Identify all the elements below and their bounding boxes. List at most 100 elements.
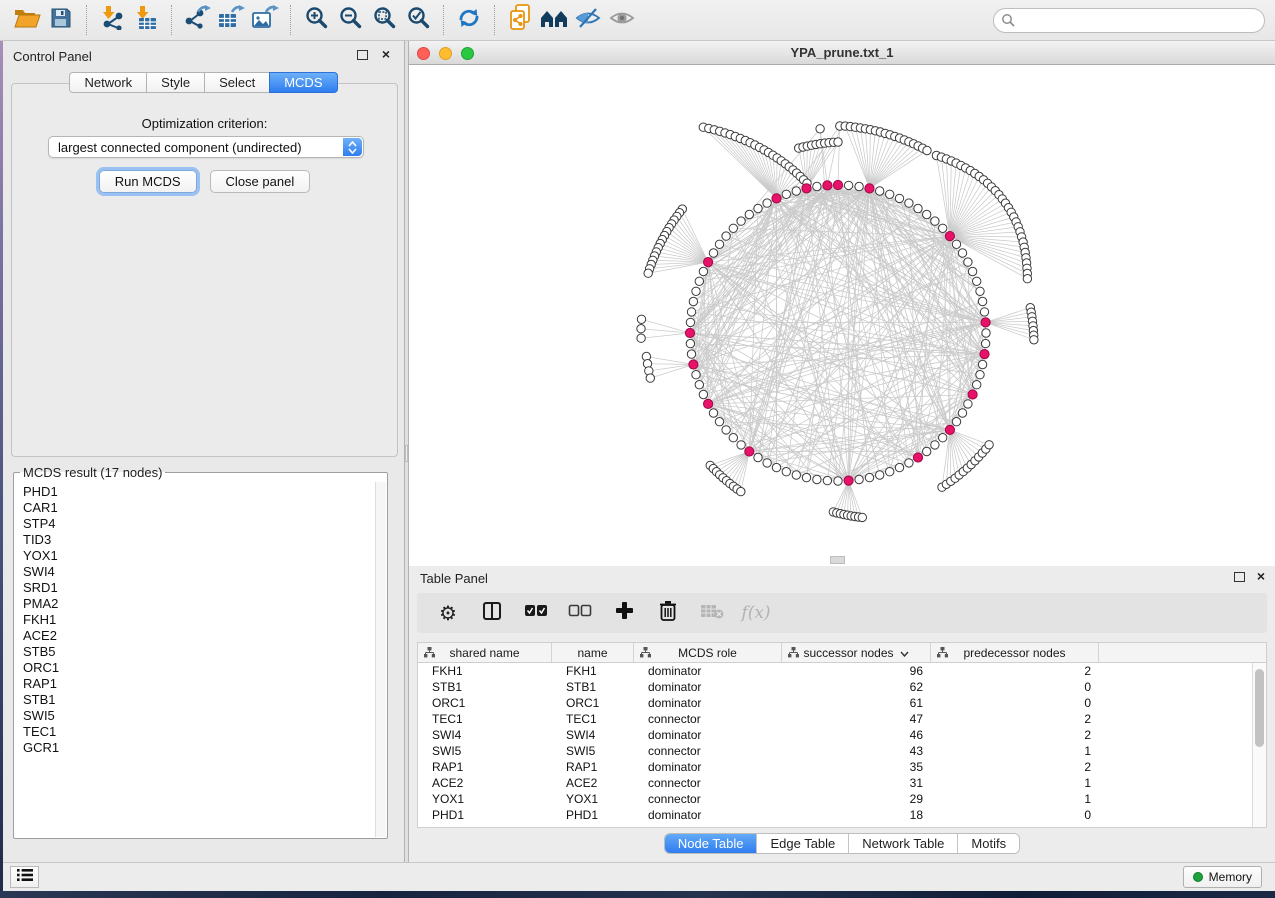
graph-hub-node[interactable]: [844, 476, 853, 485]
graph-hub-node[interactable]: [689, 360, 698, 369]
table-cell[interactable]: 0: [931, 695, 1099, 711]
graph-hub-node[interactable]: [981, 318, 990, 327]
apply-layout-button[interactable]: [452, 4, 486, 36]
graph-node[interactable]: [855, 475, 863, 483]
graph-node[interactable]: [695, 277, 703, 285]
graph-node[interactable]: [886, 468, 894, 476]
graph-node[interactable]: [964, 258, 972, 266]
scrollbar-thumb[interactable]: [1255, 669, 1264, 747]
graph-node[interactable]: [792, 187, 800, 195]
graph-node[interactable]: [886, 190, 894, 198]
tab-network-table[interactable]: Network Table: [848, 834, 957, 853]
graph-node[interactable]: [823, 476, 831, 484]
graph-node[interactable]: [876, 187, 884, 195]
mcds-result-item[interactable]: TEC1: [23, 724, 375, 740]
deselect-all-columns-button[interactable]: [565, 598, 595, 628]
table-cell[interactable]: 2: [931, 711, 1099, 727]
graph-hub-node[interactable]: [968, 390, 977, 399]
graph-node[interactable]: [709, 409, 717, 417]
table-cell[interactable]: 35: [782, 759, 931, 775]
graph-node[interactable]: [772, 463, 780, 471]
table-cell[interactable]: 2: [931, 727, 1099, 743]
graph-node[interactable]: [737, 441, 745, 449]
graph-node[interactable]: [637, 334, 645, 342]
panel-splitter-vertical[interactable]: [404, 41, 409, 862]
graph-node[interactable]: [816, 125, 824, 133]
tab-node-table[interactable]: Node Table: [665, 834, 757, 853]
graph-node[interactable]: [687, 350, 695, 358]
table-row[interactable]: RAP1RAP1dominator352: [418, 759, 1252, 775]
graph-node[interactable]: [968, 267, 976, 275]
table-cell[interactable]: 43: [782, 743, 931, 759]
table-cell[interactable]: 1: [931, 743, 1099, 759]
mcds-result-item[interactable]: FKH1: [23, 612, 375, 628]
graph-node[interactable]: [689, 297, 697, 305]
table-cell[interactable]: STB1: [552, 679, 634, 695]
graph-node[interactable]: [637, 315, 645, 323]
graph-node[interactable]: [958, 409, 966, 417]
import-table-button[interactable]: [129, 4, 163, 36]
graph-node[interactable]: [978, 297, 986, 305]
graph-node[interactable]: [699, 267, 707, 275]
table-cell[interactable]: dominator: [634, 663, 782, 679]
graph-node[interactable]: [763, 459, 771, 467]
select-all-columns-button[interactable]: [521, 598, 551, 628]
graph-node[interactable]: [834, 138, 842, 146]
table-row[interactable]: TEC1TEC1connector472: [418, 711, 1252, 727]
table-cell[interactable]: 0: [931, 679, 1099, 695]
graph-node[interactable]: [1030, 336, 1038, 344]
graph-hub-node[interactable]: [913, 453, 922, 462]
table-cell[interactable]: SWI4: [552, 727, 634, 743]
graph-node[interactable]: [692, 287, 700, 295]
graph-node[interactable]: [754, 453, 762, 461]
zoom-selected-button[interactable]: [401, 4, 435, 36]
table-cell[interactable]: 31: [782, 775, 931, 791]
save-session-button[interactable]: [44, 4, 78, 36]
mcds-result-scrollbar[interactable]: [375, 482, 386, 837]
optimization-criterion-select[interactable]: largest connected component (undirected): [48, 136, 364, 158]
graph-node[interactable]: [813, 182, 821, 190]
run-mcds-button[interactable]: Run MCDS: [99, 170, 197, 193]
table-cell[interactable]: 47: [782, 711, 931, 727]
table-cell[interactable]: dominator: [634, 679, 782, 695]
table-cell[interactable]: 2: [931, 663, 1099, 679]
task-history-button[interactable]: [10, 866, 39, 888]
table-cell[interactable]: connector: [634, 791, 782, 807]
tab-select[interactable]: Select: [204, 72, 270, 93]
table-cell[interactable]: 96: [782, 663, 931, 679]
graph-node[interactable]: [737, 487, 745, 495]
graph-node[interactable]: [637, 325, 645, 333]
graph-node[interactable]: [905, 459, 913, 467]
table-cell[interactable]: connector: [634, 775, 782, 791]
mcds-result-item[interactable]: CAR1: [23, 500, 375, 516]
graph-node[interactable]: [729, 434, 737, 442]
graph-node[interactable]: [715, 418, 723, 426]
close-panel-icon[interactable]: ×: [382, 49, 390, 59]
table-cell[interactable]: YOX1: [552, 791, 634, 807]
hide-selected-button[interactable]: [571, 4, 605, 36]
tab-edge-table[interactable]: Edge Table: [756, 834, 848, 853]
table-cell[interactable]: connector: [634, 743, 782, 759]
export-table-button[interactable]: [214, 4, 248, 36]
graph-node[interactable]: [931, 441, 939, 449]
tab-style[interactable]: Style: [146, 72, 205, 93]
table-cell[interactable]: YOX1: [418, 791, 552, 807]
table-cell[interactable]: 0: [931, 807, 1099, 823]
mcds-result-item[interactable]: RAP1: [23, 676, 375, 692]
graph-hub-node[interactable]: [945, 425, 954, 434]
mcds-result-item[interactable]: PHD1: [23, 484, 375, 500]
table-cell[interactable]: PHD1: [552, 807, 634, 823]
table-cell[interactable]: ACE2: [418, 775, 552, 791]
mcds-result-item[interactable]: STB1: [23, 692, 375, 708]
table-row[interactable]: SWI5SWI5connector431: [418, 743, 1252, 759]
search-input[interactable]: [993, 8, 1265, 33]
graph-node[interactable]: [939, 224, 947, 232]
mcds-result-item[interactable]: PMA2: [23, 596, 375, 612]
graph-node[interactable]: [976, 371, 984, 379]
zoom-fit-button[interactable]: [367, 4, 401, 36]
export-image-button[interactable]: [248, 4, 282, 36]
graph-node[interactable]: [1023, 275, 1031, 283]
graph-node[interactable]: [923, 146, 931, 154]
table-cell[interactable]: connector: [634, 711, 782, 727]
delete-column-button[interactable]: [653, 598, 683, 628]
